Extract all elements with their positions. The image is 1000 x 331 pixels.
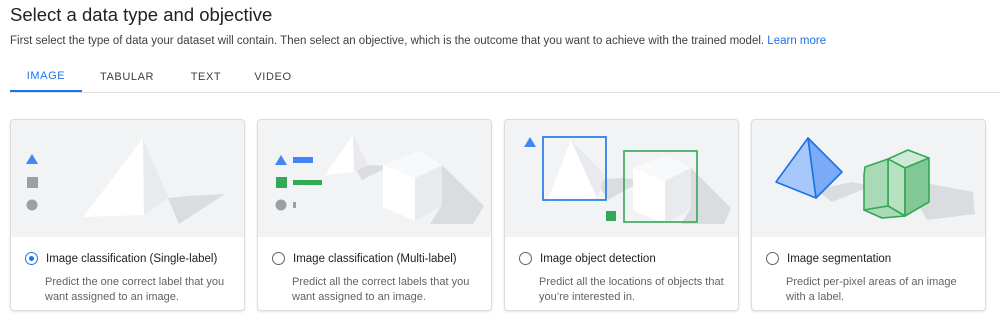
objective-card-segmentation[interactable]: Image segmentation Predict per-pixel are… <box>751 119 986 311</box>
page-subtitle: First select the type of data your datas… <box>10 34 826 48</box>
single-label-label: Image classification (Single-label) <box>46 252 218 265</box>
tab-video[interactable]: VIDEO <box>240 62 306 92</box>
multi-label-option: Image classification (Multi-label) <box>272 252 457 265</box>
pyramid-illustration <box>325 135 390 180</box>
circle-icon <box>26 199 38 211</box>
objective-card-object-detection[interactable]: Image object detection Predict all the l… <box>504 119 739 311</box>
data-type-tabs: IMAGE TABULAR TEXT VIDEO <box>10 62 1000 93</box>
triangle-icon <box>524 137 536 147</box>
multi-label-description: Predict all the correct labels that you … <box>292 275 487 305</box>
description-line: Predict all the correct labels that you <box>292 276 470 288</box>
pyramid-illustration <box>547 140 643 202</box>
segmentation-description: Predict per-pixel areas of an image with… <box>786 275 981 305</box>
learn-more-link[interactable]: Learn more <box>767 35 826 47</box>
single-label-illustration <box>11 120 244 237</box>
page-title: Select a data type and objective <box>10 4 273 25</box>
object-detection-description: Predict all the locations of objects tha… <box>539 275 734 305</box>
segmentation-radio[interactable] <box>766 252 779 265</box>
description-line: you’re interested in. <box>539 291 635 303</box>
description-line: Predict all the locations of objects tha… <box>539 276 724 288</box>
multi-label-radio[interactable] <box>272 252 285 265</box>
objective-card-multi-label[interactable]: Image classification (Multi-label) Predi… <box>257 119 492 311</box>
triangle-icon <box>26 154 38 164</box>
objective-card-single-label[interactable]: Image classification (Single-label) Pred… <box>10 119 245 311</box>
tab-text[interactable]: TEXT <box>172 62 240 92</box>
single-label-radio[interactable] <box>25 252 38 265</box>
segmented-hexagon-illustration <box>863 149 930 219</box>
object-detection-illustration <box>505 120 738 237</box>
tab-image[interactable]: IMAGE <box>10 62 82 92</box>
object-detection-label: Image object detection <box>540 252 656 265</box>
segmentation-option: Image segmentation <box>766 252 891 265</box>
object-detection-radio[interactable] <box>519 252 532 265</box>
description-line: want assigned to an image. <box>292 291 426 303</box>
single-label-description: Predict the one correct label that you w… <box>45 275 240 305</box>
tab-tabular[interactable]: TABULAR <box>82 62 172 92</box>
multi-label-label: Image classification (Multi-label) <box>293 252 457 265</box>
segmentation-illustration <box>752 120 985 237</box>
cube-illustration <box>383 151 484 224</box>
square-icon <box>27 177 38 188</box>
pyramid-illustration <box>83 138 225 224</box>
description-line: with a label. <box>786 291 845 303</box>
single-label-option: Image classification (Single-label) <box>25 252 217 265</box>
square-icon <box>606 211 616 221</box>
label-list-icon <box>275 155 322 211</box>
description-line: want assigned to an image. <box>45 291 179 303</box>
object-detection-option: Image object detection <box>519 252 656 265</box>
subtitle-text: First select the type of data your datas… <box>10 35 765 47</box>
description-line: Predict the one correct label that you <box>45 276 225 288</box>
description-line: Predict per-pixel areas of an image <box>786 276 957 288</box>
multi-label-illustration <box>258 120 491 237</box>
cube-illustration <box>633 155 731 224</box>
segmentation-label: Image segmentation <box>787 252 892 265</box>
